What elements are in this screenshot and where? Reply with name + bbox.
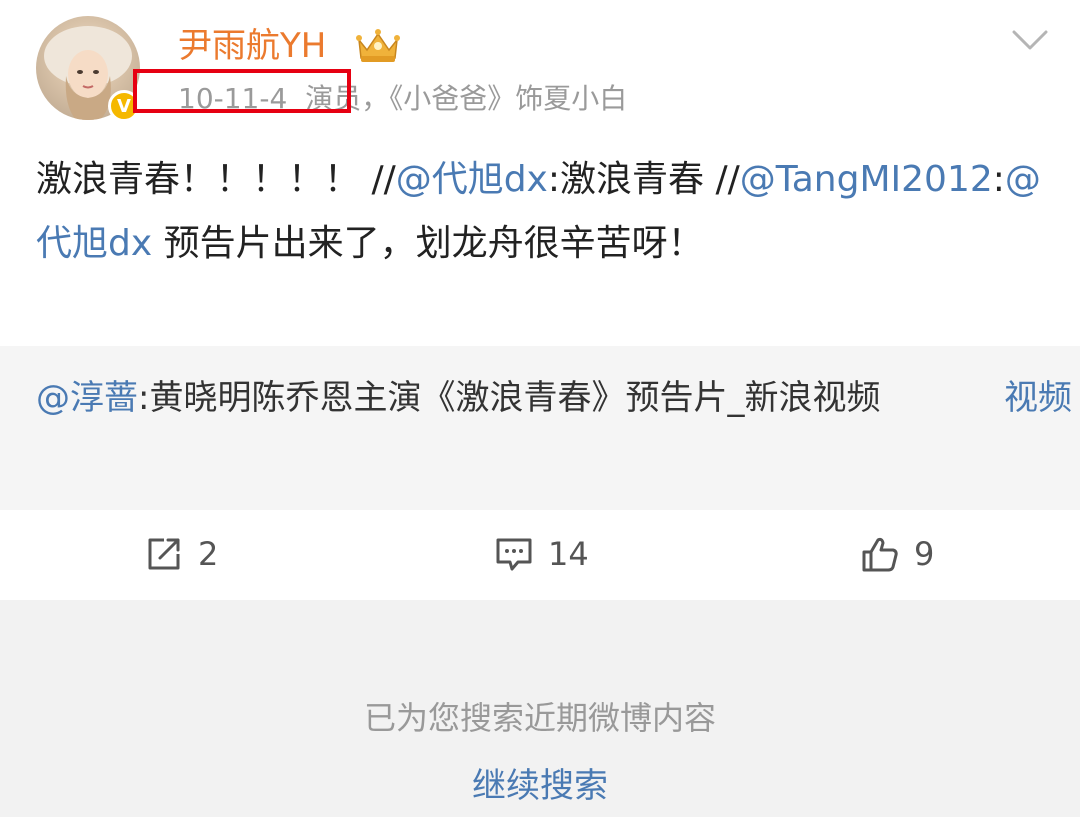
highlight-box bbox=[133, 69, 351, 113]
username[interactable]: 尹雨航YH bbox=[178, 24, 326, 68]
shared-link-card[interactable]: @淳蔷:黄晓明陈乔恩主演《激浪青春》预告片_新浪视频 视频 bbox=[0, 346, 1080, 510]
shared-link-text[interactable]: @淳蔷:黄晓明陈乔恩主演《激浪青春》预告片_新浪视频 bbox=[36, 370, 976, 426]
comment-icon bbox=[496, 538, 532, 571]
mention-link[interactable]: @TangMI2012 bbox=[740, 159, 993, 200]
crown-icon bbox=[356, 29, 400, 62]
comment-button[interactable]: 14 bbox=[494, 532, 589, 576]
user-bio: 演员，《小爸爸》饰夏小白 bbox=[305, 82, 628, 115]
post-text: 预告片出来了，划龙舟很辛苦呀！ bbox=[152, 223, 704, 264]
mention-link[interactable]: @淳蔷 bbox=[36, 378, 138, 418]
comment-count: 14 bbox=[548, 535, 589, 573]
repost-count: 2 bbox=[198, 535, 219, 573]
post-text: : bbox=[992, 159, 1005, 200]
post-text: 激浪青春！！！！！ // bbox=[36, 159, 396, 200]
weibo-post: V 尹雨航YH 10-11-4 演员，《小爸爸》饰夏小白 激浪青春！！！！！ //… bbox=[0, 0, 1080, 600]
post-text: :激浪青春 // bbox=[547, 159, 740, 200]
search-footer: 已为您搜索近期微博内容 继续搜索 bbox=[0, 600, 1080, 817]
like-button[interactable]: 9 bbox=[860, 532, 934, 576]
action-bar: 2 14 9 bbox=[0, 510, 1080, 600]
mention-link[interactable]: @代旭dx bbox=[396, 159, 548, 200]
shared-link-title: :黄晓明陈乔恩主演《激浪青春》预告片_新浪视频 bbox=[138, 378, 881, 418]
video-link[interactable]: 视频 bbox=[1004, 370, 1072, 426]
repost-icon bbox=[148, 538, 180, 570]
thumbs-up-icon bbox=[862, 537, 898, 572]
search-notice: 已为您搜索近期微博内容 bbox=[363, 699, 716, 737]
like-count: 9 bbox=[914, 535, 935, 573]
continue-search-link[interactable]: 继续搜索 bbox=[0, 762, 1080, 810]
repost-button[interactable]: 2 bbox=[144, 532, 218, 576]
chevron-down-icon[interactable] bbox=[1012, 28, 1048, 52]
post-content: 激浪青春！！！！！ //@代旭dx:激浪青春 //@TangMI2012:@代旭… bbox=[36, 148, 1046, 276]
